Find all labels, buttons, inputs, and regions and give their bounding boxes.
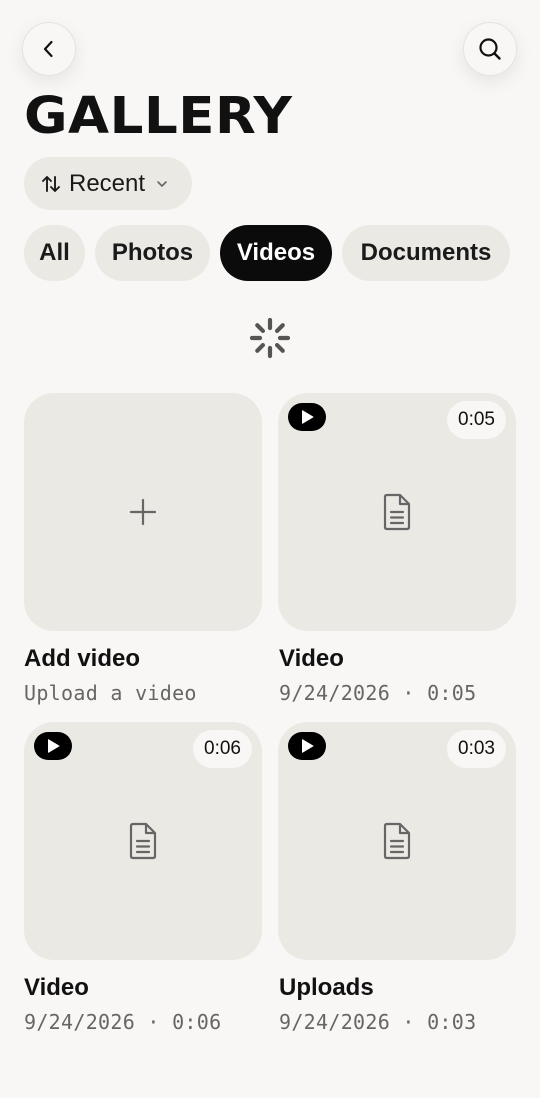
video-card[interactable]: 0:06 xyxy=(24,722,262,960)
tab-all[interactable]: All xyxy=(24,225,85,281)
search-icon xyxy=(477,36,503,62)
chevron-left-icon xyxy=(38,38,60,60)
card-subtitle: 9/24/2026 · 0:06 xyxy=(24,1010,222,1034)
document-icon xyxy=(381,493,413,531)
video-card[interactable]: 0:03 xyxy=(278,722,516,960)
add-video-card[interactable] xyxy=(24,393,262,631)
card-title: Uploads xyxy=(279,974,374,1001)
tab-videos[interactable]: Videos xyxy=(220,225,332,281)
duration-badge: 0:03 xyxy=(447,730,506,768)
duration-badge: 0:05 xyxy=(447,401,506,439)
chevron-down-icon xyxy=(155,177,169,191)
card-title: Video xyxy=(24,974,89,1001)
plus-icon xyxy=(128,497,158,527)
page-title: GALLERY xyxy=(24,87,293,146)
card-title: Add video xyxy=(24,645,141,672)
card-subtitle: Upload a video xyxy=(24,681,197,705)
filter-tabs: All Photos Videos Documents xyxy=(24,225,510,281)
play-icon xyxy=(288,732,326,760)
card-subtitle: 9/24/2026 · 0:05 xyxy=(279,681,477,705)
card-subtitle: 9/24/2026 · 0:03 xyxy=(279,1010,477,1034)
sort-arrows-icon xyxy=(39,172,63,196)
document-icon xyxy=(381,822,413,860)
play-icon xyxy=(288,403,326,431)
search-button[interactable] xyxy=(463,22,517,76)
spinner-icon xyxy=(248,316,292,360)
back-button[interactable] xyxy=(22,22,76,76)
tab-documents[interactable]: Documents xyxy=(342,225,510,281)
tab-photos[interactable]: Photos xyxy=(95,225,210,281)
play-icon xyxy=(34,732,72,760)
card-title: Video xyxy=(279,645,344,672)
duration-badge: 0:06 xyxy=(193,730,252,768)
video-card[interactable]: 0:05 xyxy=(278,393,516,631)
sort-label: Recent xyxy=(69,169,146,197)
sort-dropdown[interactable]: Recent xyxy=(24,157,192,210)
document-icon xyxy=(127,822,159,860)
